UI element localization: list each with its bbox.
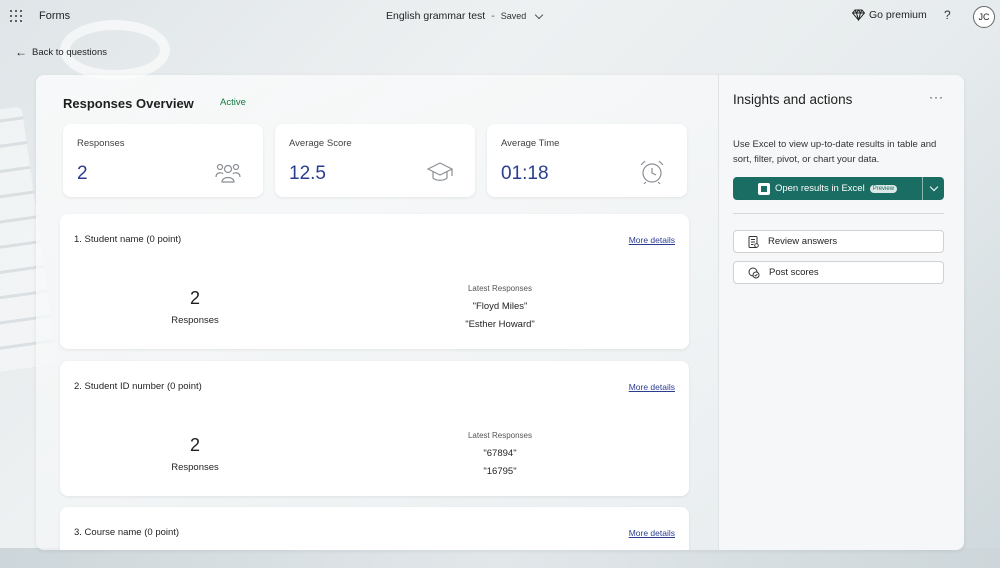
latest-response: "16795" — [483, 466, 517, 477]
review-document-icon — [748, 235, 759, 248]
insights-panel: Insights and actions ··· Use Excel to vi… — [718, 75, 964, 550]
go-premium-button[interactable]: Go premium — [852, 9, 927, 21]
chevron-down-icon — [929, 182, 938, 192]
open-in-excel-button[interactable]: Open results in Excel Preview — [733, 177, 923, 200]
post-scores-icon — [748, 267, 760, 278]
app-name[interactable]: Forms — [39, 10, 70, 22]
review-answers-button[interactable]: Review answers — [733, 230, 944, 253]
preview-badge: Preview — [869, 184, 898, 193]
excel-dropdown-button[interactable] — [923, 177, 944, 200]
response-count: 2 — [189, 288, 200, 308]
question-card-3: 3. Course name (0 point) More details — [60, 507, 689, 550]
insights-title: Insights and actions — [733, 92, 853, 107]
app-launcher-icon[interactable] — [10, 10, 22, 22]
stat-value: 2 — [77, 163, 88, 184]
question-title: 1. Student name (0 point) — [74, 234, 182, 245]
post-scores-label: Post scores — [769, 267, 819, 278]
stat-card-average-score: Average Score 12.5 — [275, 124, 475, 197]
open-in-excel-label: Open results in Excel — [774, 183, 865, 194]
stat-value: 01:18 — [501, 163, 549, 184]
question-card-1: 1. Student name (0 point) More details 2… — [60, 214, 689, 349]
stat-card-responses: Responses 2 — [63, 124, 263, 197]
back-label: Back to questions — [32, 46, 107, 58]
response-count-label: Responses — [171, 315, 219, 326]
question-title: 3. Course name (0 point) — [74, 527, 180, 538]
latest-response: "67894" — [483, 448, 517, 459]
arrow-left-icon: ← — [15, 45, 27, 59]
latest-response: "Esther Howard" — [465, 319, 535, 330]
background-strip — [0, 548, 1000, 568]
latest-responses-label: Latest Responses — [467, 431, 533, 440]
stat-label: Average Score — [289, 138, 352, 149]
question-title: 2. Student ID number (0 point) — [74, 381, 202, 392]
stat-label: Average Time — [501, 138, 560, 149]
more-details-link[interactable]: More details — [629, 382, 675, 392]
go-premium-label: Go premium — [869, 9, 927, 21]
title-separator: - — [491, 10, 495, 22]
saved-status: Saved — [500, 11, 527, 21]
top-bar: Forms English grammar test - Saved Go pr… — [0, 0, 1000, 34]
main-panel: Responses Overview Active Responses 2 Av… — [36, 75, 964, 550]
back-to-questions-link[interactable]: ← Back to questions — [15, 45, 107, 59]
stat-value: 12.5 — [289, 163, 326, 184]
latest-response: "Floyd Miles" — [472, 301, 528, 312]
document-title-menu[interactable]: English grammar test - Saved — [386, 10, 544, 22]
alarm-clock-icon — [640, 160, 664, 184]
review-answers-label: Review answers — [768, 236, 838, 247]
insights-description: Use Excel to view up-to-date results in … — [733, 139, 937, 165]
open-in-excel-split-button: Open results in Excel Preview — [733, 177, 944, 200]
graduation-cap-icon — [427, 162, 453, 181]
document-title: English grammar test — [386, 10, 486, 22]
stat-label: Responses — [77, 138, 125, 149]
response-count-label: Responses — [171, 462, 219, 473]
more-options-icon[interactable]: ··· — [929, 90, 944, 104]
excel-icon — [757, 182, 770, 195]
diamond-icon — [852, 9, 865, 21]
page-title: Responses Overview — [63, 96, 194, 111]
avatar[interactable]: JC — [973, 6, 995, 28]
more-details-link[interactable]: More details — [629, 235, 675, 245]
status-badge: Active — [220, 97, 246, 108]
latest-responses-label: Latest Responses — [467, 284, 533, 293]
help-icon[interactable]: ? — [944, 8, 951, 22]
responses-area: Responses Overview Active Responses 2 Av… — [36, 75, 718, 550]
question-card-2: 2. Student ID number (0 point) More deta… — [60, 361, 689, 496]
more-details-link[interactable]: More details — [629, 528, 675, 538]
stat-card-average-time: Average Time 01:18 — [487, 124, 687, 197]
people-icon — [215, 163, 241, 183]
chevron-down-icon — [534, 10, 544, 19]
post-scores-button[interactable]: Post scores — [733, 261, 944, 284]
response-count: 2 — [189, 435, 200, 455]
divider — [733, 213, 944, 214]
